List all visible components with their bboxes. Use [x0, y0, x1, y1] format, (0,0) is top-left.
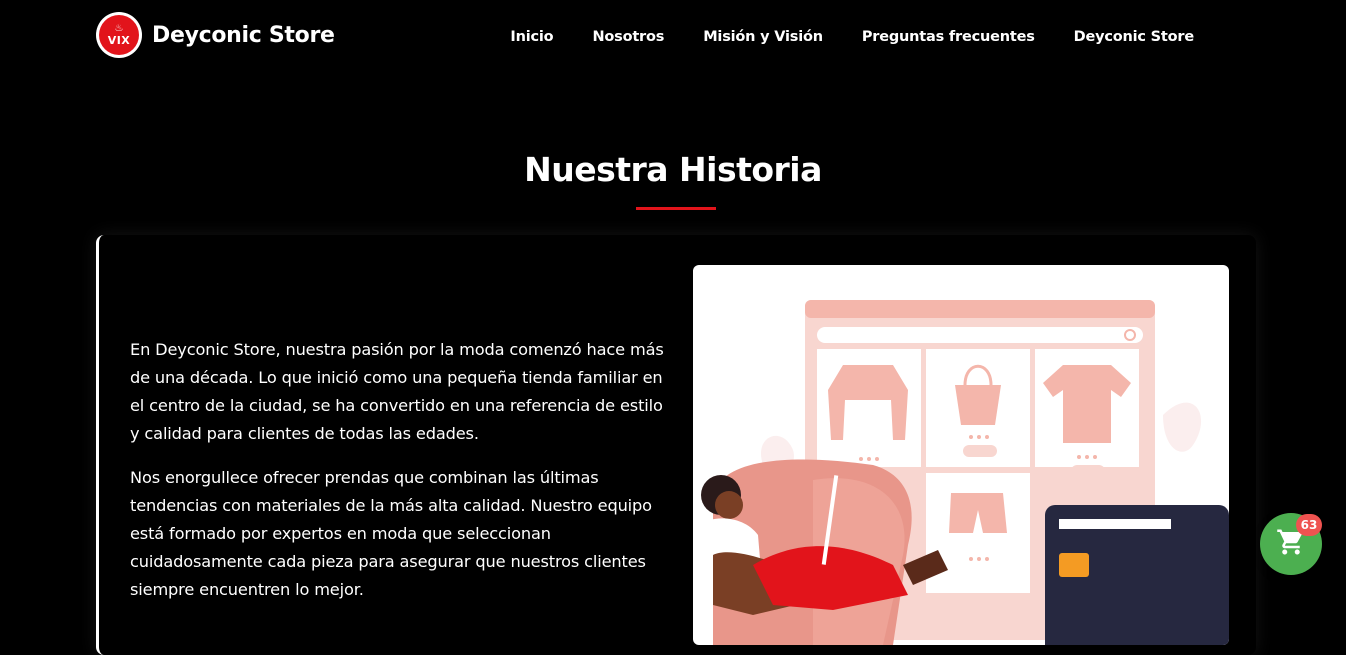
history-paragraph: En Deyconic Store, nuestra pasión por la…	[130, 340, 664, 443]
nav-link-preguntas-frecuentes[interactable]: Preguntas frecuentes	[862, 29, 1035, 45]
nav-link-nosotros[interactable]: Nosotros	[592, 29, 664, 45]
brand-name: Deyconic Store	[152, 22, 335, 48]
logo-text: VIX	[107, 34, 131, 47]
history-text: En Deyconic Store, nuestra pasión por la…	[130, 336, 670, 620]
main-nav: Inicio Nosotros Misión y Visión Pregunta…	[510, 29, 1194, 45]
history-card: En Deyconic Store, nuestra pasión por la…	[96, 235, 1256, 655]
nav-link-mision-vision[interactable]: Misión y Visión	[703, 29, 823, 45]
nav-link-deyconic-store[interactable]: Deyconic Store	[1074, 29, 1195, 45]
online-shopping-illustration	[693, 265, 1229, 645]
brand-link[interactable]: ♨ VIX Deyconic Store	[96, 12, 335, 58]
nav-link-inicio[interactable]: Inicio	[510, 29, 553, 45]
navbar: ♨ VIX Deyconic Store Inicio Nosotros Mis…	[0, 0, 1346, 78]
store-logo: ♨ VIX	[96, 12, 142, 58]
section-title: Nuestra Historia	[524, 150, 822, 189]
cart-count-badge: 63	[1296, 514, 1322, 536]
flame-icon: ♨	[114, 23, 124, 34]
history-paragraph: Nos enorgullece ofrecer prendas que comb…	[130, 468, 652, 599]
title-underline	[636, 207, 716, 210]
